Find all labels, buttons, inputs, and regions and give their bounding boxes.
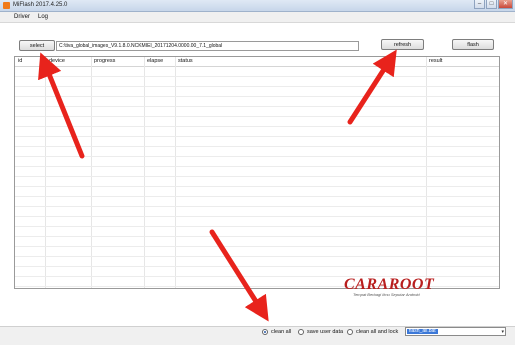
title-bar: MiFlash 2017.4.25.0 – □ ✕ xyxy=(0,0,515,12)
table-row xyxy=(15,266,499,267)
select-button[interactable]: select xyxy=(19,40,55,51)
app-icon xyxy=(3,2,10,9)
column-elapse[interactable]: elapse xyxy=(147,58,163,64)
table-row xyxy=(15,116,499,117)
table-row xyxy=(15,166,499,167)
flash-button[interactable]: flash xyxy=(452,39,494,50)
table-row xyxy=(15,126,499,127)
table-row xyxy=(15,156,499,157)
minimize-button[interactable]: – xyxy=(474,0,485,9)
device-table[interactable]: id device progress elapse status result xyxy=(14,56,500,289)
table-row xyxy=(15,106,499,107)
table-row xyxy=(15,196,499,197)
column-progress[interactable]: progress xyxy=(94,58,115,64)
radio-save-user-data[interactable] xyxy=(298,329,304,335)
flash-script-value: flash_all.bat xyxy=(407,328,438,334)
table-row xyxy=(15,146,499,147)
table-row xyxy=(15,256,499,257)
table-row xyxy=(15,236,499,237)
column-id[interactable]: id xyxy=(18,58,22,64)
flash-script-select[interactable]: flash_all.bat ▾ xyxy=(405,327,506,336)
table-row xyxy=(15,246,499,247)
table-row xyxy=(15,86,499,87)
window-controls: – □ ✕ xyxy=(473,0,513,10)
radio-clean-all[interactable] xyxy=(262,329,268,335)
column-divider xyxy=(91,57,92,288)
table-row xyxy=(15,186,499,187)
chevron-down-icon[interactable]: ▾ xyxy=(501,328,504,336)
column-device[interactable]: device xyxy=(49,58,65,64)
table-row xyxy=(15,206,499,207)
table-row xyxy=(15,76,499,77)
column-divider xyxy=(144,57,145,288)
menu-driver[interactable]: Driver xyxy=(14,14,30,20)
column-divider xyxy=(426,57,427,288)
radio-label-save-user-data: save user data xyxy=(307,329,344,335)
column-divider xyxy=(45,57,46,288)
maximize-button[interactable]: □ xyxy=(486,0,497,9)
table-row xyxy=(15,96,499,97)
table-row xyxy=(15,136,499,137)
window-title: MiFlash 2017.4.25.0 xyxy=(13,2,68,8)
radio-label-clean-all: clean all xyxy=(271,329,292,335)
table-row xyxy=(15,176,499,177)
rom-path-field[interactable]: C:\tiva_global_images_V9.1.8.0.NCKMIEI_2… xyxy=(56,41,359,51)
refresh-button[interactable]: refresh xyxy=(381,39,424,50)
close-button[interactable]: ✕ xyxy=(498,0,513,9)
table-row xyxy=(15,226,499,227)
menu-log[interactable]: Log xyxy=(38,14,48,20)
menu-bar: Driver Log xyxy=(0,12,515,23)
table-row xyxy=(15,216,499,217)
radio-label-clean-all-and-lock: clean all and lock xyxy=(356,329,399,335)
column-status[interactable]: status xyxy=(178,58,193,64)
cararoot-watermark: CARAROOT Tempat Berbagi Ilmu Seputar And… xyxy=(344,276,444,298)
watermark-tagline: Tempat Berbagi Ilmu Seputar Android xyxy=(353,292,420,297)
column-result[interactable]: result xyxy=(429,58,442,64)
miflash-window: MiFlash 2017.4.25.0 – □ ✕ Driver Log sel… xyxy=(0,0,515,345)
radio-clean-all-and-lock[interactable] xyxy=(347,329,353,335)
column-divider xyxy=(175,57,176,288)
